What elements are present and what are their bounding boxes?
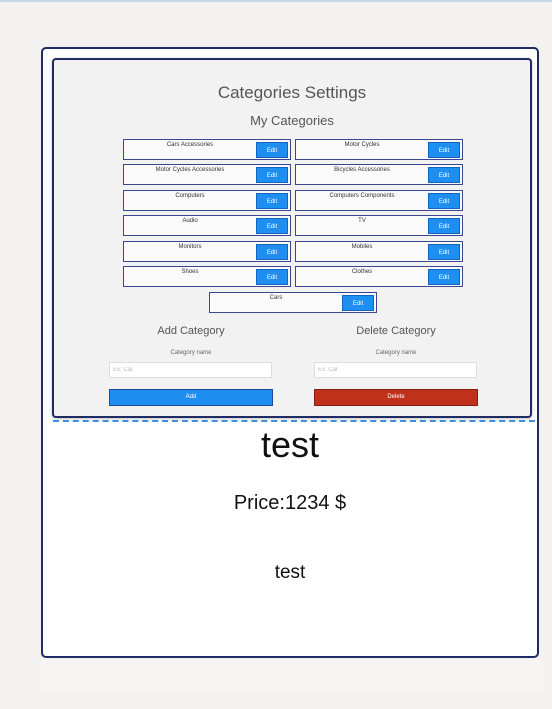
edit-button[interactable]: Edit: [428, 167, 460, 183]
add-category-input[interactable]: [109, 362, 272, 378]
category-item: Motor Cycles Edit: [295, 139, 463, 160]
category-label: Motor Cycles: [344, 142, 380, 148]
dashed-divider: [53, 420, 535, 422]
delete-category-field-label: Category name: [375, 350, 417, 356]
category-label: Cars: [269, 295, 283, 301]
category-label: Audio: [182, 218, 198, 224]
edit-button[interactable]: Edit: [428, 193, 460, 209]
category-item: Mobiles Edit: [295, 241, 463, 262]
category-item: Bicycles Accessories Edit: [295, 164, 463, 185]
product-card: Categories Settings My Categories Cars A…: [41, 47, 539, 658]
category-label: Mobiles: [351, 244, 373, 250]
add-category-field-label: Category name: [170, 350, 212, 356]
delete-category-input[interactable]: [314, 362, 477, 378]
edit-button[interactable]: Edit: [256, 193, 288, 209]
edit-button[interactable]: Edit: [428, 218, 460, 234]
edit-button[interactable]: Edit: [256, 218, 288, 234]
category-label: Cars Accessories: [166, 142, 214, 148]
category-label: Bicycles Accessories: [334, 167, 390, 173]
category-item: Computers Components Edit: [295, 190, 463, 211]
delete-button[interactable]: Delete: [314, 389, 478, 406]
category-item: Audio Edit: [123, 215, 291, 236]
edit-button[interactable]: Edit: [428, 269, 460, 285]
product-price: Price:1234 $: [233, 492, 347, 514]
categories-settings-panel: Categories Settings My Categories Cars A…: [52, 58, 532, 418]
category-item: Cars Accessories Edit: [123, 139, 291, 160]
product-name: test: [260, 424, 320, 465]
category-label: Computers Components: [329, 193, 395, 199]
settings-title: Categories Settings: [217, 83, 367, 102]
category-item: Computers Edit: [123, 190, 291, 211]
category-label: Monitors: [178, 244, 202, 250]
category-label: Shoes: [181, 269, 199, 275]
category-item: Motor Cycles Accessories Edit: [123, 164, 291, 185]
edit-button[interactable]: Edit: [256, 244, 288, 260]
category-item: TV Edit: [295, 215, 463, 236]
edit-button[interactable]: Edit: [428, 244, 460, 260]
add-category-heading: Add Category: [157, 325, 225, 337]
category-label: Computers: [175, 193, 205, 199]
category-label: Clothes: [351, 269, 373, 275]
category-item: Monitors Edit: [123, 241, 291, 262]
add-button[interactable]: Add: [109, 389, 273, 406]
delete-category-heading: Delete Category: [356, 325, 436, 337]
category-item: Cars Edit: [209, 292, 377, 313]
edit-button[interactable]: Edit: [342, 295, 374, 311]
edit-button[interactable]: Edit: [256, 142, 288, 158]
my-categories-title: My Categories: [250, 113, 334, 128]
category-label: Motor Cycles Accessories: [155, 167, 225, 173]
category-item: Shoes Edit: [123, 266, 291, 287]
footer-shade: [41, 660, 543, 690]
category-label: TV: [358, 218, 366, 224]
product-description: test: [274, 562, 306, 583]
edit-button[interactable]: Edit: [256, 167, 288, 183]
edit-button[interactable]: Edit: [428, 142, 460, 158]
category-item: Clothes Edit: [295, 266, 463, 287]
edit-button[interactable]: Edit: [256, 269, 288, 285]
top-divider: [0, 0, 552, 2]
